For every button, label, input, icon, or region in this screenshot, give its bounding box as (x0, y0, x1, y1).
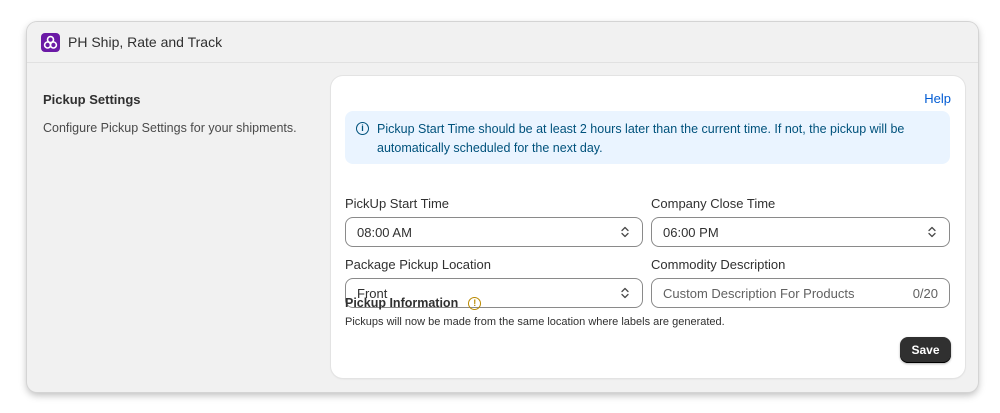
company-close-time-value: 06:00 PM (663, 224, 719, 240)
section-description-panel: Pickup Settings Configure Pickup Setting… (43, 92, 328, 137)
pickup-start-time-label: PickUp Start Time (345, 196, 450, 211)
commodity-description-label: Commodity Description (651, 257, 786, 272)
package-pickup-location-label: Package Pickup Location (345, 257, 491, 272)
pickup-information-text: Pickups will now be made from the same l… (345, 316, 725, 328)
select-chevron-icon (928, 226, 936, 238)
select-chevron-icon (621, 226, 629, 238)
title-bar: PH Ship, Rate and Track (27, 22, 978, 63)
section-title: Pickup Settings (43, 92, 141, 107)
select-chevron-icon (621, 287, 629, 299)
app-window: PH Ship, Rate and Track Pickup Settings … (27, 22, 978, 392)
commodity-description-field[interactable]: Custom Description For Products 0/20 (651, 278, 950, 308)
app-logo-icon (41, 32, 60, 52)
banner-text: Pickup Start Time should be at least 2 h… (377, 122, 905, 155)
pickup-start-time-select[interactable]: 08:00 AM (345, 217, 643, 247)
commodity-description-placeholder: Custom Description For Products (663, 285, 855, 301)
company-close-time-select[interactable]: 06:00 PM (651, 217, 950, 247)
save-button[interactable]: Save (900, 337, 951, 363)
section-description: Configure Pickup Settings for your shipm… (43, 121, 297, 135)
pickup-start-time-value: 08:00 AM (357, 224, 412, 240)
app-title: PH Ship, Rate and Track (68, 34, 223, 50)
pickup-information-title: Pickup Information (345, 296, 459, 310)
info-icon: i (356, 122, 369, 135)
warning-icon: ! (468, 296, 482, 310)
company-close-time-label: Company Close Time (651, 196, 776, 211)
help-link[interactable]: Help (924, 91, 951, 106)
pickup-information-heading: Pickup Information ! (345, 296, 482, 310)
pickup-settings-card: Help i Pickup Start Time should be at le… (331, 76, 965, 378)
info-banner: i Pickup Start Time should be at least 2… (345, 111, 950, 164)
character-counter: 0/20 (912, 285, 938, 301)
